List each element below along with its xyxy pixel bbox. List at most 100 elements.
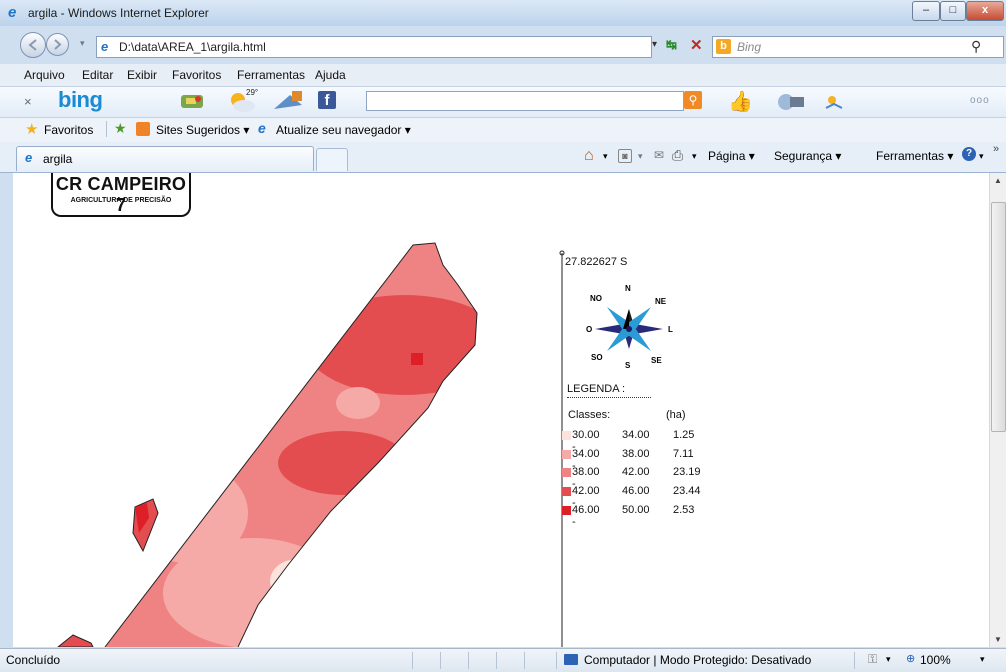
bing-search-input[interactable]	[366, 91, 684, 111]
close-toolbar-icon[interactable]: ×	[24, 94, 32, 109]
suggested-sites-link[interactable]: Sites Sugeridos ▾	[156, 123, 249, 137]
compass-s: S	[625, 361, 631, 370]
logo-subtitle: AGRICULTURA DE PRECISÃO	[70, 197, 172, 204]
feeds-icon[interactable]: ◙	[618, 149, 632, 163]
more-options[interactable]: ooo	[970, 95, 990, 106]
menu-arquivo[interactable]: Arquivo	[24, 68, 65, 82]
address-dropdown-icon[interactable]: ▾	[652, 39, 657, 50]
compass-l: L	[668, 325, 673, 334]
page-content: CR CAMPEIRO 7 AGRICULTURA DE PRECISÃO 27…	[13, 173, 989, 647]
update-browser-link[interactable]: Atualize seu navegador ▾	[276, 123, 411, 137]
feeds-dropdown-icon[interactable]: ▾	[638, 151, 643, 162]
zoom-dropdown-icon[interactable]: ▾	[980, 654, 985, 665]
menu-bar: Arquivo Editar Exibir Favoritos Ferramen…	[0, 64, 1006, 86]
scroll-down-icon[interactable]: ▼	[994, 635, 1002, 644]
forward-button[interactable]	[46, 33, 69, 56]
menu-ferramentas[interactable]: Ferramentas	[237, 68, 305, 82]
page-menu[interactable]: Página ▾	[708, 149, 755, 163]
status-divider	[524, 652, 525, 669]
video-icon[interactable]	[776, 90, 806, 112]
bing-search-icon: b	[716, 39, 731, 54]
legend-to: 38.00	[622, 448, 650, 460]
coordinate-label: 27.822627 S	[565, 256, 628, 268]
like-icon[interactable]: 👍	[728, 89, 753, 114]
favorites-button[interactable]: Favoritos	[44, 123, 93, 137]
minimize-button[interactable]: –	[912, 1, 940, 21]
close-button[interactable]: x	[966, 1, 1004, 21]
legend-swatch	[562, 450, 571, 459]
menu-editar[interactable]: Editar	[82, 68, 113, 82]
legend-area: 7.11	[673, 448, 694, 460]
refresh-icon[interactable]: ↹	[666, 37, 677, 53]
legend-classes-header: Classes:	[568, 409, 611, 421]
search-placeholder: Bing	[737, 40, 762, 54]
menu-ajuda[interactable]: Ajuda	[315, 68, 346, 82]
address-bar[interactable]: e D:\data\AREA_1\argila.html	[96, 36, 652, 58]
menu-exibir[interactable]: Exibir	[127, 68, 157, 82]
weather-icon[interactable]: 29°	[226, 88, 260, 114]
zone-46-50-north	[411, 353, 423, 365]
zone-34-38-south	[163, 538, 343, 647]
stop-icon[interactable]: ✕	[690, 36, 703, 54]
home-icon[interactable]: ⌂	[584, 147, 594, 165]
recent-pages-icon[interactable]: ▾	[80, 38, 85, 49]
more-commands-icon[interactable]: »	[993, 143, 999, 155]
window-title: argila - Windows Internet Explorer	[28, 6, 209, 20]
legend-to: 34.00	[622, 429, 650, 441]
bing-go-icon[interactable]: ⚲	[684, 91, 702, 109]
compass-ne: NE	[655, 297, 667, 306]
security-menu[interactable]: Segurança ▾	[774, 149, 841, 163]
help-icon[interactable]: ?	[962, 147, 976, 161]
translate-icon[interactable]	[822, 90, 850, 112]
status-divider	[440, 652, 441, 669]
compass-rose-icon	[595, 307, 663, 351]
ie-page-icon: e	[258, 120, 266, 136]
security-zone-text[interactable]: Computador | Modo Protegido: Desativado	[584, 653, 811, 667]
forward-arrow-icon	[54, 39, 62, 50]
new-tab-button[interactable]	[316, 148, 348, 171]
legend-area: 23.44	[673, 485, 701, 497]
legend-title: LEGENDA :	[567, 383, 626, 395]
tab-bar: e argila ⌂ ▾ ◙ ▾ ✉ ⎙ ▾ Página ▾ Seguranç…	[0, 142, 1006, 173]
home-dropdown-icon[interactable]: ▾	[603, 151, 608, 162]
compass-so: SO	[591, 353, 603, 362]
legend-swatch	[562, 487, 571, 496]
legend-area-header: (ha)	[666, 409, 686, 421]
status-bar: Concluído Computador | Modo Protegido: D…	[0, 648, 1006, 672]
add-favorite-icon[interactable]: ★	[114, 120, 127, 137]
popup-blocker-icon[interactable]: ⚿	[868, 652, 877, 667]
zoom-level[interactable]: 100%	[920, 653, 951, 667]
legend-area: 2.53	[673, 504, 695, 516]
search-box[interactable]: b Bing ⚲	[712, 36, 1004, 58]
compass-o: O	[586, 325, 593, 334]
bing-logo[interactable]: bing	[58, 87, 103, 113]
scrollbar-thumb[interactable]	[991, 202, 1006, 432]
zoom-icon[interactable]: ⊕	[906, 652, 915, 665]
help-dropdown-icon[interactable]: ▾	[979, 151, 984, 162]
bing-toolbar: × bing 29° f ⚲ 👍 ooo	[0, 86, 1006, 118]
print-icon[interactable]: ⎙	[672, 147, 683, 164]
page-icon: e	[101, 39, 109, 54]
maximize-button[interactable]: □	[940, 1, 966, 21]
tab-label: argila	[43, 152, 73, 166]
tools-menu[interactable]: Ferramentas ▾	[876, 149, 953, 163]
menu-favoritos[interactable]: Favoritos	[172, 68, 221, 82]
legend-swatch	[562, 431, 571, 440]
mail-icon[interactable]: ✉	[654, 148, 664, 162]
star-icon: ★	[25, 121, 39, 138]
maps-icon[interactable]	[178, 91, 206, 111]
facebook-icon[interactable]: f	[318, 91, 336, 109]
compass-no: NO	[590, 294, 602, 303]
legend-from: 46.00 -	[572, 504, 600, 528]
title-bar: e argila - Windows Internet Explorer – □…	[0, 0, 1006, 26]
back-arrow-icon	[28, 39, 37, 51]
back-button[interactable]	[20, 32, 46, 58]
tab-argila[interactable]: e argila	[16, 146, 314, 171]
popup-dropdown-icon[interactable]: ▾	[886, 654, 891, 665]
url-text[interactable]: D:\data\AREA_1\argila.html	[119, 40, 266, 54]
search-icon[interactable]: ⚲	[971, 38, 981, 55]
news-icon[interactable]	[272, 89, 306, 113]
print-dropdown-icon[interactable]: ▾	[692, 151, 697, 162]
scroll-up-icon[interactable]: ▲	[994, 176, 1002, 185]
legend-title-underline	[567, 397, 651, 398]
